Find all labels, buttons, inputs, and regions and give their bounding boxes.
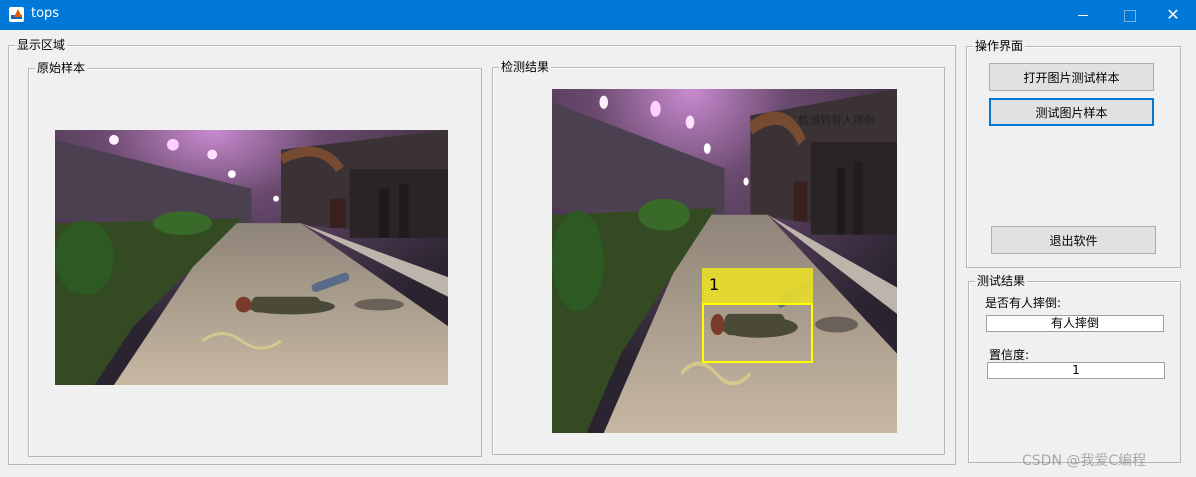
original-image (55, 130, 448, 385)
confidence-label: 置信度: (989, 348, 1030, 362)
fall-result-field: 有人摔倒 (986, 315, 1164, 332)
open-test-image-button[interactable]: 打开图片测试样本 (989, 63, 1154, 91)
detection-bounding-box (702, 303, 813, 363)
csdn-watermark: CSDN @我爱C编程 (1022, 453, 1147, 469)
exit-software-button[interactable]: 退出软件 (991, 226, 1156, 254)
detection-result-label: 检测结果 (499, 60, 552, 74)
test-result-label: 测试结果 (975, 274, 1028, 288)
display-area-label: 显示区域 (15, 38, 68, 52)
fall-question-label: 是否有人摔倒: (985, 296, 1062, 310)
detection-id: 1 (709, 275, 720, 294)
operation-panel-label: 操作界面 (973, 39, 1026, 53)
window-title: tops (31, 6, 60, 21)
detection-result-image (552, 89, 897, 433)
test-image-button[interactable]: 测试图片样本 (989, 98, 1154, 126)
title-bar: tops ✕ (0, 0, 1196, 30)
minimize-button[interactable] (1060, 0, 1106, 30)
original-sample-label: 原始样本 (35, 61, 88, 75)
maximize-button[interactable] (1106, 0, 1152, 30)
detection-overlay-text: 检测到有人摔倒 (798, 114, 875, 127)
matlab-app-icon (9, 7, 24, 22)
confidence-field: 1 (987, 362, 1165, 379)
close-button[interactable]: ✕ (1150, 0, 1196, 30)
